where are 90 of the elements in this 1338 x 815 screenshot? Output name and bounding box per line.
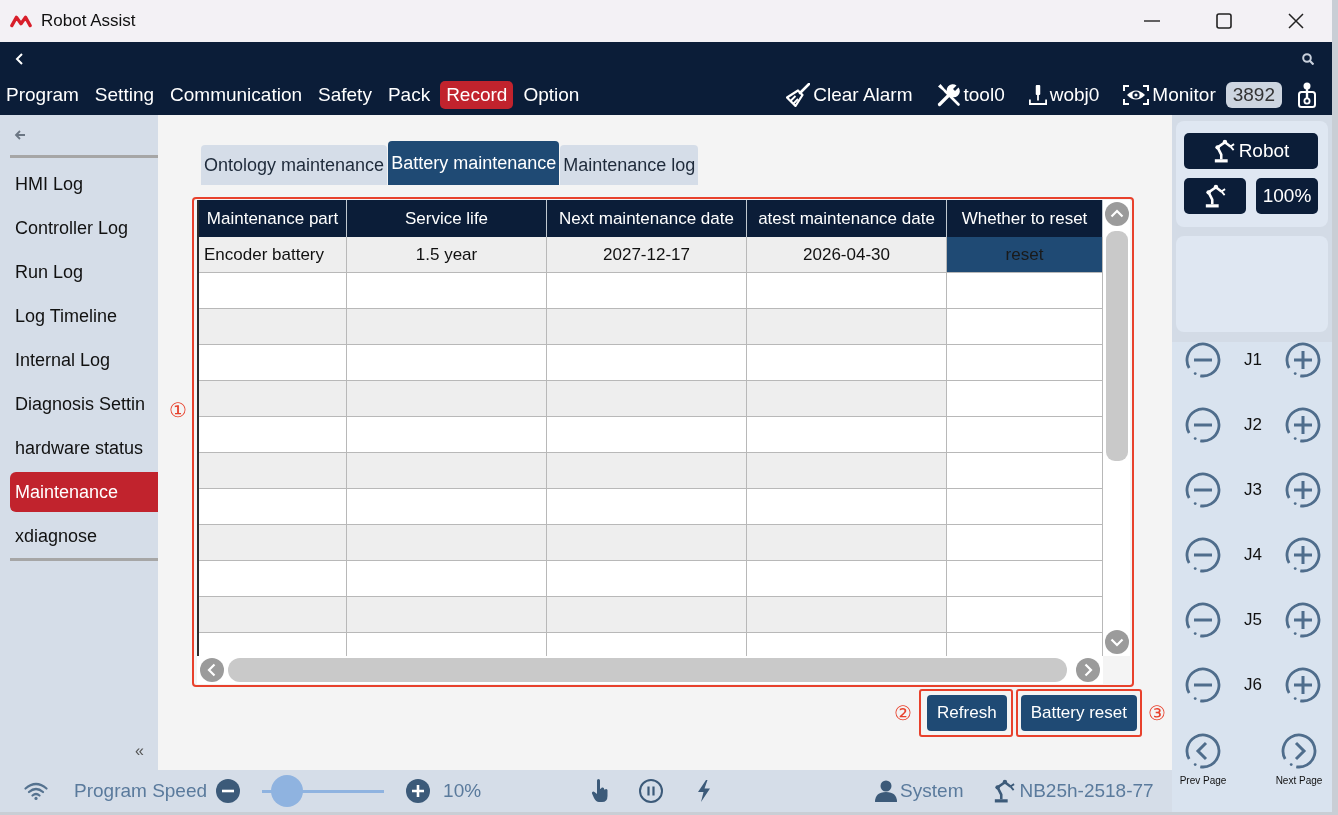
controller-name: NB25h-2518-77 (1019, 780, 1154, 802)
scrollbar-thumb[interactable] (228, 658, 1067, 682)
menu-item[interactable]: Option (517, 80, 586, 109)
sidebar-item[interactable]: Controller Log (10, 208, 158, 248)
action-button[interactable]: Battery reset (1020, 695, 1137, 731)
robot-arm-icon (993, 779, 1016, 803)
pointing-hand-icon[interactable] (591, 779, 610, 803)
clear-alarm-button[interactable]: Clear Alarm (786, 82, 913, 107)
menu-item[interactable]: Program (0, 80, 85, 109)
collapse-toggle[interactable]: « (135, 742, 144, 760)
plus-circle-icon[interactable] (1285, 537, 1321, 573)
broom-icon (786, 82, 811, 107)
close-icon[interactable] (1288, 13, 1304, 29)
maximize-icon[interactable] (1216, 13, 1232, 29)
window-title: Robot Assist (41, 11, 136, 31)
minus-circle-icon[interactable] (1185, 472, 1221, 508)
minus-circle-icon[interactable] (1185, 537, 1221, 573)
robot-button[interactable] (1184, 178, 1246, 214)
chevron-left-icon[interactable] (15, 53, 23, 65)
minus-circle-icon[interactable] (216, 779, 241, 803)
eye-icon (1123, 84, 1150, 105)
plus-circle-icon[interactable] (1285, 407, 1321, 443)
joint-label: J5 (1244, 610, 1262, 630)
joystick-icon[interactable] (1298, 81, 1316, 108)
tab[interactable]: Battery maintenance (388, 141, 560, 185)
joint-label: J4 (1244, 545, 1262, 565)
menu-item[interactable]: Safety (312, 80, 378, 109)
action-button[interactable]: Refresh (927, 695, 1007, 731)
tools-icon (936, 82, 961, 107)
tab[interactable]: Maintenance log (560, 145, 699, 185)
page-label: Next Page (1275, 775, 1323, 786)
chevron-down-icon[interactable] (1104, 630, 1129, 654)
monitor-button[interactable]: Monitor (1123, 83, 1216, 106)
slider-thumb[interactable] (271, 774, 304, 807)
table-cell: 1.5 year (347, 237, 547, 273)
plus-circle-icon[interactable] (1285, 667, 1321, 703)
chevron-up-icon[interactable] (1104, 202, 1129, 226)
tool-selector[interactable]: tool0 (936, 82, 1005, 107)
wifi-icon (24, 782, 48, 800)
joint-label: J1 (1244, 350, 1262, 370)
plus-circle-icon[interactable] (1285, 602, 1321, 638)
stylus-icon (1028, 83, 1047, 106)
joint-label: J6 (1244, 675, 1262, 695)
table-cell: 2027-12-17 (547, 237, 747, 273)
speed-button[interactable]: 100% (1256, 178, 1318, 214)
menu-item[interactable]: Communication (164, 80, 308, 109)
sidebar-item[interactable]: Run Log (10, 252, 158, 292)
joint-label: J3 (1244, 480, 1262, 500)
page-label: Prev Page (1179, 775, 1227, 786)
sidebar-item[interactable]: HMI Log (10, 164, 158, 204)
sidebar-item[interactable]: hardware status (10, 428, 158, 468)
menu-item[interactable]: Pack (381, 80, 437, 109)
minus-circle-icon[interactable] (1185, 667, 1221, 703)
joint-label: J2 (1244, 415, 1262, 435)
person-icon (875, 780, 898, 802)
robot-button[interactable]: Robot (1184, 133, 1318, 169)
sidebar-item[interactable]: Log Timeline (10, 296, 158, 336)
sidebar-item[interactable]: Maintenance (10, 472, 158, 512)
plus-circle-icon[interactable] (1285, 342, 1321, 378)
minus-circle-icon[interactable] (1185, 342, 1221, 378)
arrow-left-icon[interactable] (14, 130, 26, 140)
callout-number: ② (894, 703, 913, 723)
menu-item[interactable]: Setting (88, 80, 160, 109)
robot-arm-icon (1212, 139, 1235, 163)
robot-arm-icon (1204, 184, 1226, 208)
chevron-left-circle-icon[interactable] (1185, 733, 1221, 769)
tab[interactable]: Ontology maintenance (201, 145, 388, 185)
count-badge: 3892 (1225, 81, 1282, 108)
minus-circle-icon[interactable] (1185, 602, 1221, 638)
work-object-selector[interactable]: wobj0 (1028, 83, 1100, 106)
search-icon[interactable] (1302, 53, 1314, 65)
callout-number: ③ (1148, 703, 1166, 723)
minus-circle-icon[interactable] (1185, 407, 1221, 443)
plus-circle-icon[interactable] (406, 779, 431, 803)
chevron-right-icon[interactable] (1076, 658, 1100, 682)
menu-item[interactable]: Record (440, 80, 514, 109)
callout-number: ① (169, 400, 187, 420)
speed-reading: 10% (443, 780, 482, 802)
pause-icon[interactable] (639, 779, 664, 803)
sidebar-item[interactable]: xdiagnose (10, 516, 158, 556)
user-name: System (900, 780, 964, 802)
plus-circle-icon[interactable] (1285, 472, 1321, 508)
scrollbar-thumb[interactable] (1105, 231, 1128, 461)
lightning-icon[interactable] (697, 780, 712, 802)
sidebar-item[interactable]: Diagnosis Settin (10, 384, 158, 424)
sidebar-item[interactable]: Internal Log (10, 340, 158, 380)
table-cell: Encoder battery (199, 237, 347, 273)
chevron-right-circle-icon[interactable] (1281, 733, 1317, 769)
logo-icon (10, 14, 32, 28)
speed-label: Program Speed (74, 780, 208, 802)
